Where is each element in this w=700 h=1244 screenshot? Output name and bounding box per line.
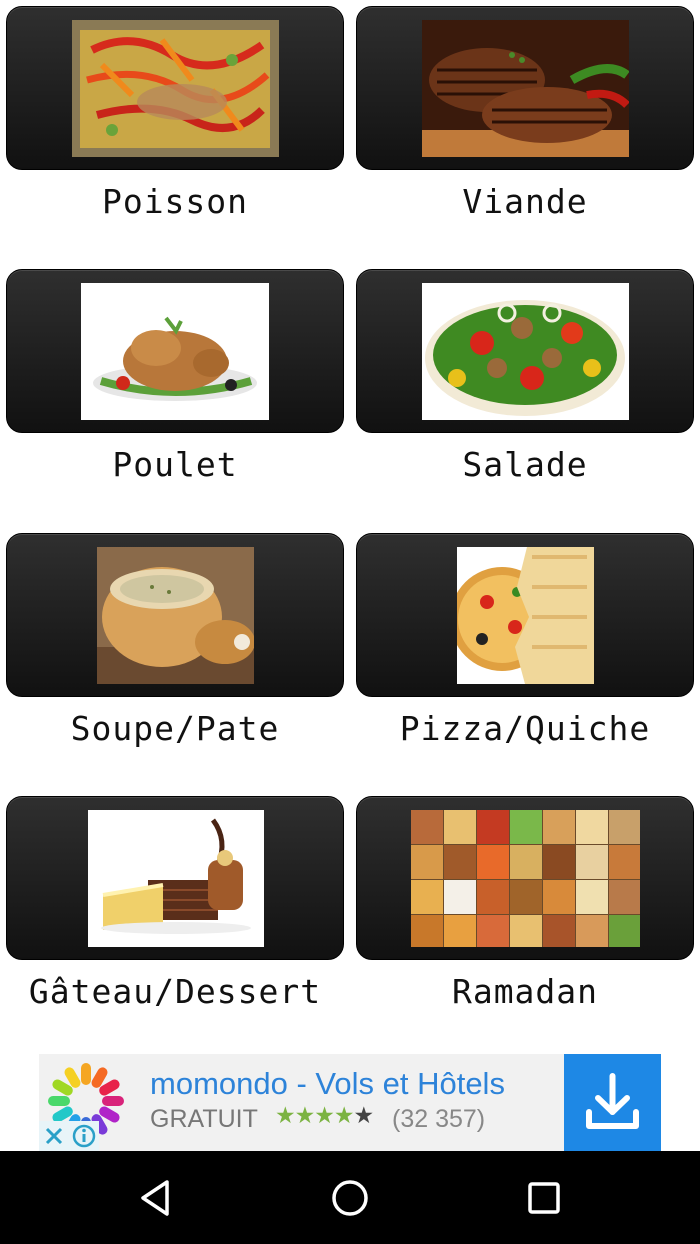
chocolate-cake-photo [88,810,264,947]
navigation-bar [0,1151,700,1244]
category-label: Poulet [112,445,238,484]
category-card[interactable] [356,533,694,697]
home-circle-icon [332,1180,368,1216]
category-card[interactable] [6,533,344,697]
category-card[interactable] [356,6,694,170]
category-label: Gâteau/Dessert [28,972,322,1011]
ad-rating-stars: ★★★★★ [275,1103,374,1129]
grilled-meat-photo [422,20,629,157]
category-pizza-quiche[interactable]: Pizza/Quiche [356,533,694,783]
category-gateau-dessert[interactable]: Gâteau/Dessert [6,796,344,1046]
category-soupe-pate[interactable]: Soupe/Pate [6,533,344,783]
category-salade[interactable]: Salade [356,269,694,519]
ad-rating-count: (32 357) [392,1105,486,1133]
ad-banner[interactable]: momondo - Vols et Hôtels GRATUIT ★★★★★ (… [39,1054,661,1151]
category-viande[interactable]: Viande [356,6,694,256]
bread-bowl-soup-photo [97,547,254,684]
recents-square-icon [528,1182,560,1214]
category-label: Soupe/Pate [70,709,280,748]
dish-collage-photo [411,810,640,947]
star-icon: ★★★★ [275,1103,354,1129]
category-poisson[interactable]: Poisson [6,6,344,256]
category-ramadan[interactable]: Ramadan [356,796,694,1046]
home-button[interactable] [329,1177,371,1219]
fish-dish-photo [72,20,279,157]
ad-price: GRATUIT [150,1105,258,1133]
ad-info-icon[interactable] [69,1121,99,1151]
close-ad-icon[interactable] [39,1121,69,1151]
back-triangle-icon [141,1180,169,1216]
category-label: Ramadan [451,972,599,1011]
category-card[interactable] [6,269,344,433]
category-grid: Poisson Viande Poulet Salade Soupe/Pate … [0,0,700,1050]
download-button[interactable] [564,1054,661,1151]
category-label: Poisson [101,182,249,221]
category-poulet[interactable]: Poulet [6,269,344,519]
category-label: Viande [462,182,588,221]
ad-title[interactable]: momondo - Vols et Hôtels [150,1066,505,1102]
pizza-quiche-photo [457,547,594,684]
roast-chicken-photo [81,283,269,420]
download-icon [586,1073,639,1129]
recents-button[interactable] [523,1177,565,1219]
star-icon: ★ [353,1103,374,1129]
category-card[interactable] [356,796,694,960]
category-label: Salade [462,445,588,484]
category-card[interactable] [6,6,344,170]
category-card[interactable] [6,796,344,960]
salad-photo [422,283,629,420]
ad-choices-badge[interactable] [39,1121,99,1151]
category-card[interactable] [356,269,694,433]
back-button[interactable] [135,1177,177,1219]
category-label: Pizza/Quiche [399,709,651,748]
